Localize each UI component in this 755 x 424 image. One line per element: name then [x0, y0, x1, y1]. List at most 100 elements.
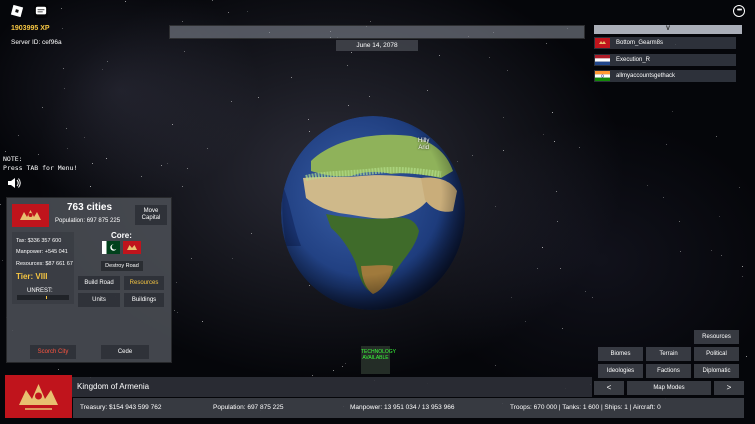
star [212, 0, 213, 1]
star [537, 268, 538, 269]
resources-value: Resources: $87 661 67 [16, 261, 73, 267]
pakistan-flag-icon[interactable] [102, 241, 120, 254]
star [680, 251, 681, 252]
player-entry[interactable]: allmyaccountsgethack [594, 70, 736, 82]
star [556, 191, 557, 192]
climate-type: Arid [418, 145, 429, 151]
cede-button[interactable]: Cede [101, 345, 149, 359]
map-mode-diplomatic[interactable]: Diplomatic [694, 364, 739, 378]
technology-available-button[interactable]: TECHNOLOGY AVAILABLE [361, 346, 396, 374]
manpower-value: Manpower: +545 041 [16, 249, 68, 255]
player-entry[interactable]: Execution_R [594, 54, 736, 66]
star [258, 97, 259, 98]
map-mode-next-button[interactable]: > [714, 381, 744, 395]
star [679, 221, 680, 222]
map-mode-factions[interactable]: Factions [646, 364, 691, 378]
player-name: allmyaccountsgethack [616, 73, 676, 79]
star [106, 158, 107, 159]
chat-icon[interactable] [34, 4, 48, 18]
map-mode-terrain[interactable]: Terrain [646, 347, 691, 361]
star [176, 282, 177, 283]
star [716, 136, 717, 137]
unrest-label: UNREST: [27, 288, 53, 294]
star [161, 165, 162, 166]
armenia-eagle-flag-icon[interactable] [123, 241, 141, 254]
star [167, 163, 168, 164]
star [579, 147, 580, 148]
star [125, 1, 126, 2]
build-road-button[interactable]: Build Road [78, 276, 120, 290]
star [560, 268, 561, 269]
map-modes-label[interactable]: Map Modes [627, 381, 711, 395]
map-mode-prev-button[interactable]: < [594, 381, 624, 395]
star [207, 148, 208, 149]
star [58, 369, 59, 370]
world-globe[interactable] [281, 116, 465, 310]
players-toggle[interactable]: V [594, 25, 742, 34]
star [503, 117, 504, 118]
star [18, 135, 19, 136]
star [439, 55, 440, 56]
star [61, 8, 62, 9]
star [719, 216, 720, 217]
unrest-marker [45, 296, 47, 299]
roblox-logo-icon[interactable] [10, 4, 24, 18]
scorch-city-button[interactable]: Scorch City [30, 345, 76, 359]
player-entry[interactable]: Bottom_Gearm8s [594, 37, 736, 49]
star [187, 168, 188, 169]
star [141, 176, 142, 177]
buildings-button[interactable]: Buildings [124, 293, 164, 307]
star [543, 134, 544, 135]
resources-button[interactable]: Resources [124, 276, 164, 290]
netherlands-flag-icon [595, 55, 610, 65]
tier-label: Tier: VIII [16, 272, 48, 281]
star [309, 131, 310, 132]
star [228, 12, 229, 13]
destroy-road-button[interactable]: Destroy Road [101, 261, 143, 271]
star [666, 144, 667, 145]
map-mode-biomes[interactable]: Biomes [598, 347, 643, 361]
sound-icon[interactable] [7, 176, 21, 188]
star [232, 258, 233, 259]
star [585, 291, 586, 292]
units-button[interactable]: Units [78, 293, 120, 307]
star [177, 312, 178, 313]
star [592, 297, 593, 298]
city-count: 763 cities [67, 202, 113, 213]
roblox-topbar [10, 4, 48, 18]
more-options-icon[interactable]: ••• [733, 5, 745, 17]
star [495, 365, 496, 366]
star [552, 112, 553, 113]
panel-population: Population: 697 875 225 [55, 218, 121, 224]
star [739, 187, 740, 188]
star [62, 28, 63, 29]
star [84, 137, 85, 138]
star [64, 88, 65, 89]
map-mode-ideologies[interactable]: Ideologies [598, 364, 643, 378]
star [174, 310, 175, 311]
star [525, 321, 526, 322]
star [370, 21, 371, 22]
star [562, 328, 563, 329]
terrain-hover-label: Hilly Arid [418, 138, 429, 152]
star [42, 107, 43, 108]
treasury-stat: Treasury: $154 943 599 762 [80, 404, 162, 411]
star [345, 363, 346, 364]
star [554, 141, 555, 142]
star [67, 148, 68, 149]
tab-menu-note: NOTE: Press TAB for Menu! [3, 155, 78, 172]
star [457, 161, 458, 162]
star [172, 124, 173, 125]
unrest-bar [17, 295, 69, 300]
star [182, 21, 183, 22]
map-mode-resources[interactable]: Resources [694, 330, 739, 344]
move-capital-button[interactable]: Move Capital [135, 205, 167, 225]
star [231, 101, 232, 102]
economy-box: Tax: $336 357 600 Manpower: +545 041 Res… [12, 232, 74, 304]
star [0, 204, 1, 205]
star [427, 90, 428, 91]
star [489, 57, 490, 58]
star [511, 297, 512, 298]
star [663, 197, 664, 198]
map-mode-political[interactable]: Political [694, 347, 739, 361]
